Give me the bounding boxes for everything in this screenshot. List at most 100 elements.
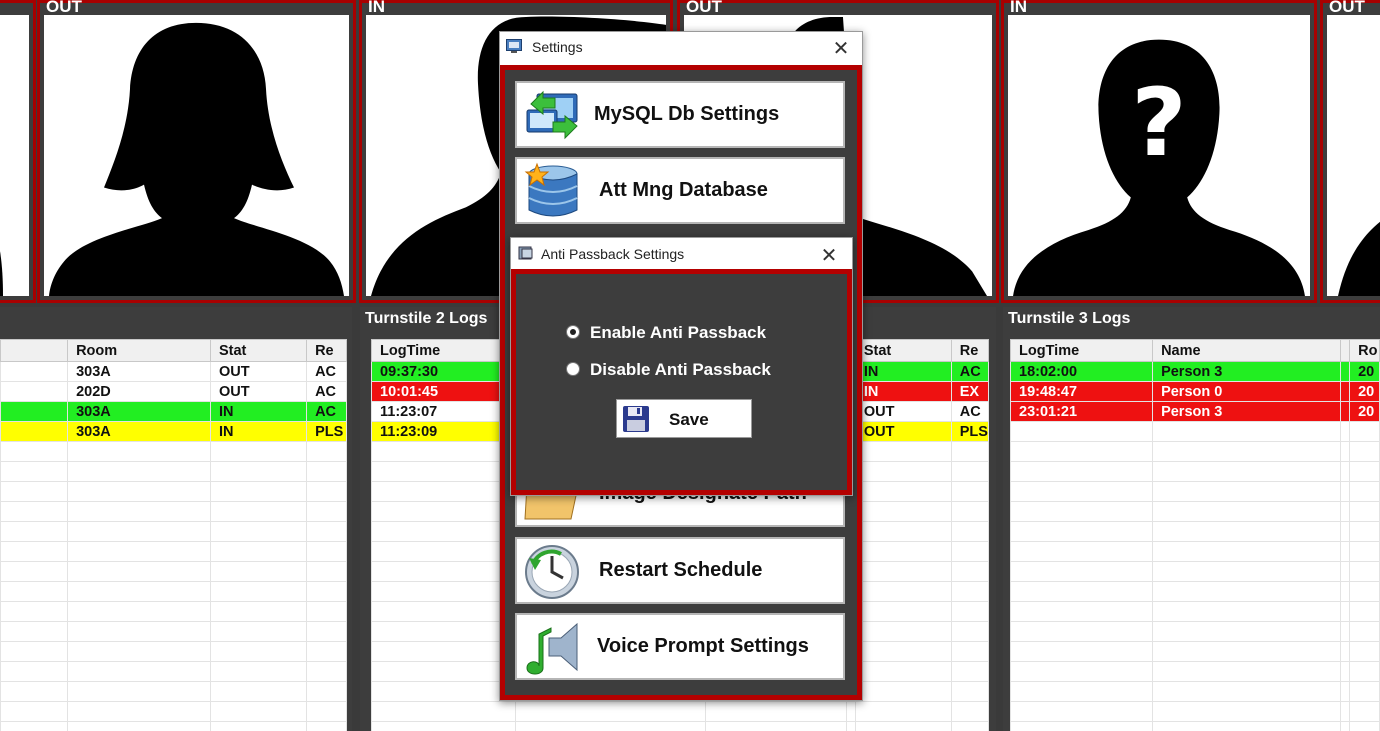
table-cell[interactable] xyxy=(371,661,517,682)
table-cell[interactable] xyxy=(209,661,308,682)
table-cell[interactable]: OUT xyxy=(854,401,952,422)
column-header[interactable] xyxy=(0,339,69,362)
table-row[interactable] xyxy=(1010,601,1380,622)
table-cell[interactable] xyxy=(371,521,517,542)
table-cell[interactable]: 20 xyxy=(1349,401,1380,422)
table-cell[interactable] xyxy=(371,701,517,722)
table-cell[interactable] xyxy=(854,661,952,682)
table-cell[interactable] xyxy=(1340,361,1351,382)
table-row[interactable] xyxy=(0,501,347,522)
table-cell[interactable] xyxy=(306,541,347,562)
table-cell[interactable] xyxy=(1340,441,1351,462)
table-cell[interactable] xyxy=(0,621,69,642)
table-row[interactable] xyxy=(0,481,347,502)
table-cell[interactable] xyxy=(0,601,69,622)
table-row[interactable] xyxy=(1010,461,1380,482)
table-cell[interactable] xyxy=(1340,381,1351,402)
table-cell[interactable] xyxy=(1349,701,1380,722)
table-cell[interactable]: AC xyxy=(306,401,347,422)
table-cell[interactable] xyxy=(515,701,706,722)
table-cell[interactable]: 19:48:47 xyxy=(1010,381,1154,402)
table-row[interactable] xyxy=(0,561,347,582)
table-cell[interactable] xyxy=(854,461,952,482)
table-cell[interactable]: OUT xyxy=(209,381,308,402)
table-cell[interactable] xyxy=(306,581,347,602)
table-cell[interactable] xyxy=(1349,441,1380,462)
table-row[interactable] xyxy=(1010,421,1380,442)
table-cell[interactable] xyxy=(854,481,952,502)
table-cell[interactable] xyxy=(950,561,989,582)
table-row[interactable]: 19:48:47 Person 0 20 xyxy=(1010,381,1380,402)
table-cell[interactable] xyxy=(1152,521,1342,542)
table-cell[interactable] xyxy=(67,561,211,582)
table-cell[interactable] xyxy=(371,481,517,502)
table-row[interactable] xyxy=(0,701,347,722)
table-cell[interactable] xyxy=(67,441,211,462)
table-row[interactable] xyxy=(1010,681,1380,702)
table-row[interactable] xyxy=(1010,441,1380,462)
table-row[interactable] xyxy=(0,541,347,562)
table-cell[interactable]: IN xyxy=(209,401,308,422)
table-cell[interactable] xyxy=(1340,481,1351,502)
table-cell[interactable] xyxy=(1010,581,1154,602)
table-cell[interactable] xyxy=(67,481,211,502)
table-cell[interactable] xyxy=(371,641,517,662)
table-cell[interactable] xyxy=(0,541,69,562)
table-cell[interactable] xyxy=(1340,621,1351,642)
table-cell[interactable] xyxy=(371,721,517,731)
table-cell[interactable] xyxy=(67,581,211,602)
table-cell[interactable]: AC xyxy=(950,361,989,382)
table-cell[interactable] xyxy=(67,541,211,562)
column-header-logtime[interactable]: LogTime xyxy=(1010,339,1154,362)
table-row[interactable]: 303A OUT AC xyxy=(0,361,347,382)
table-cell[interactable] xyxy=(0,461,69,482)
table-cell[interactable] xyxy=(1340,601,1351,622)
table-cell[interactable] xyxy=(306,521,347,542)
table-cell[interactable] xyxy=(306,561,347,582)
table-cell[interactable] xyxy=(1152,441,1342,462)
table-cell[interactable]: 11:23:09 xyxy=(371,421,517,442)
table-cell[interactable]: 303A xyxy=(67,401,211,422)
table-cell[interactable] xyxy=(1349,481,1380,502)
table-cell[interactable]: Person 3 xyxy=(1152,401,1342,422)
table-cell[interactable] xyxy=(950,621,989,642)
table-cell[interactable] xyxy=(67,641,211,662)
table-cell[interactable] xyxy=(854,721,952,731)
table-cell[interactable] xyxy=(209,481,308,502)
table-cell[interactable] xyxy=(1349,641,1380,662)
table-cell[interactable] xyxy=(1349,581,1380,602)
table-cell[interactable]: IN xyxy=(854,361,952,382)
table-cell[interactable] xyxy=(1349,621,1380,642)
mysql-db-settings-button[interactable]: MySQL Db Settings xyxy=(515,81,845,148)
table-cell[interactable] xyxy=(209,621,308,642)
table-cell[interactable] xyxy=(515,721,706,731)
table-row[interactable] xyxy=(1010,721,1380,731)
table-cell[interactable] xyxy=(1152,421,1342,442)
table-cell[interactable] xyxy=(306,661,347,682)
table-cell[interactable] xyxy=(1340,461,1351,482)
table-row[interactable]: 303A IN AC xyxy=(0,401,347,422)
table-cell[interactable] xyxy=(209,701,308,722)
radio-unselected-indicator[interactable] xyxy=(566,362,580,376)
table-cell[interactable] xyxy=(845,721,856,731)
table-cell[interactable] xyxy=(0,721,69,731)
table-cell[interactable] xyxy=(854,701,952,722)
table-cell[interactable]: 303A xyxy=(67,421,211,442)
table-cell[interactable] xyxy=(209,501,308,522)
table-row[interactable] xyxy=(371,721,989,731)
table-cell[interactable]: 10:01:45 xyxy=(371,381,517,402)
column-header-stat[interactable]: Stat xyxy=(854,339,952,362)
table-cell[interactable] xyxy=(1010,441,1154,462)
table-cell[interactable] xyxy=(209,521,308,542)
column-header-remark[interactable]: Re xyxy=(950,339,989,362)
table-row[interactable] xyxy=(0,721,347,731)
table-cell[interactable] xyxy=(209,641,308,662)
disable-anti-passback-radio[interactable]: Disable Anti Passback xyxy=(566,360,771,380)
table-cell[interactable] xyxy=(1340,501,1351,522)
table-row[interactable] xyxy=(1010,541,1380,562)
column-header-remark[interactable]: Re xyxy=(306,339,347,362)
table-cell[interactable] xyxy=(1349,721,1380,731)
table-cell[interactable]: 11:23:07 xyxy=(371,401,517,422)
table-row[interactable] xyxy=(0,521,347,542)
table-cell[interactable] xyxy=(1340,641,1351,662)
